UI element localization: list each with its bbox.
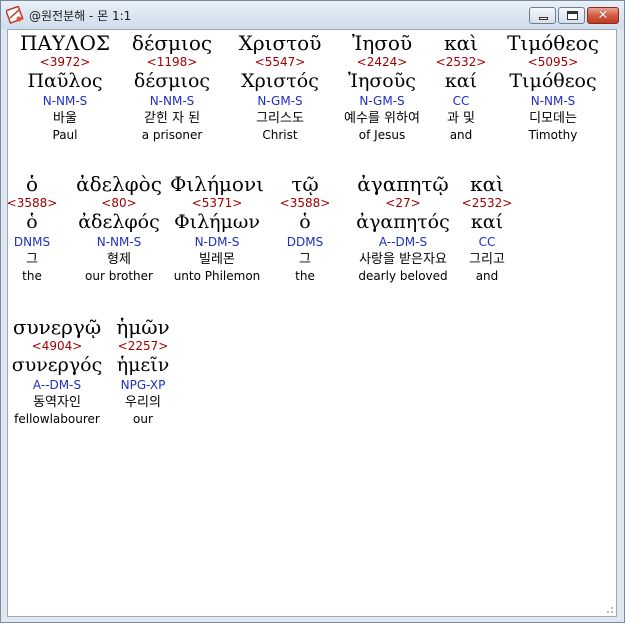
- word-parse: CC: [478, 235, 496, 249]
- word-entry[interactable]: καὶ <2532> καί CC 그리고 and: [417, 174, 557, 284]
- word-parse: NPG-XP: [120, 378, 166, 392]
- word-lemma: ἡμεῖν: [116, 354, 170, 376]
- minimize-button[interactable]: [529, 7, 556, 24]
- word-kor: 그리고: [469, 252, 505, 267]
- close-icon: ✕: [597, 8, 609, 23]
- word-eng: our: [133, 412, 153, 426]
- resize-grip-icon[interactable]: [602, 602, 614, 614]
- app-window: @원전분해 - 몬 1:1 ✕ ΠΑΥΛΟΣ <3972> Παῦλος N-NM-S…: [0, 0, 625, 623]
- word-greek: ἡμῶν: [116, 315, 170, 339]
- maximize-button[interactable]: [558, 7, 585, 24]
- word-lemma: Τιμόθεος: [509, 70, 597, 92]
- word-eng: Timothy: [528, 128, 578, 142]
- word-entry[interactable]: ἡμῶν <2257> ἡμεῖν NPG-XP 우리의 our: [73, 317, 213, 427]
- maximize-icon: [567, 11, 578, 20]
- word-lemma: καί: [470, 211, 504, 233]
- word-greek: καὶ: [470, 172, 504, 196]
- word-kor: 디모데는: [529, 111, 577, 126]
- word-parse: N-NM-S: [530, 94, 576, 108]
- word-strong: <5095>: [527, 55, 579, 69]
- word-greek: Τιμόθεος: [507, 31, 599, 55]
- word-entry[interactable]: Τιμόθεος <5095> Τιμόθεος N-NM-S 디모데는 Timothy: [483, 33, 623, 143]
- window-title: @원전분해 - 몬 1:1: [29, 9, 132, 23]
- word-strong: <2532>: [461, 196, 513, 210]
- close-button[interactable]: ✕: [587, 7, 619, 24]
- interlinear-view[interactable]: ΠΑΥΛΟΣ <3972> Παῦλος N-NM-S 바울 Paul δέσμιος <11…: [7, 29, 617, 617]
- app-icon[interactable]: [6, 6, 24, 24]
- minimize-icon: [539, 17, 548, 20]
- word-strong: <2257>: [117, 339, 169, 353]
- title-bar[interactable]: @원전분해 - 몬 1:1 ✕: [1, 1, 624, 29]
- word-kor: 우리의: [125, 395, 161, 410]
- word-eng: and: [475, 269, 499, 283]
